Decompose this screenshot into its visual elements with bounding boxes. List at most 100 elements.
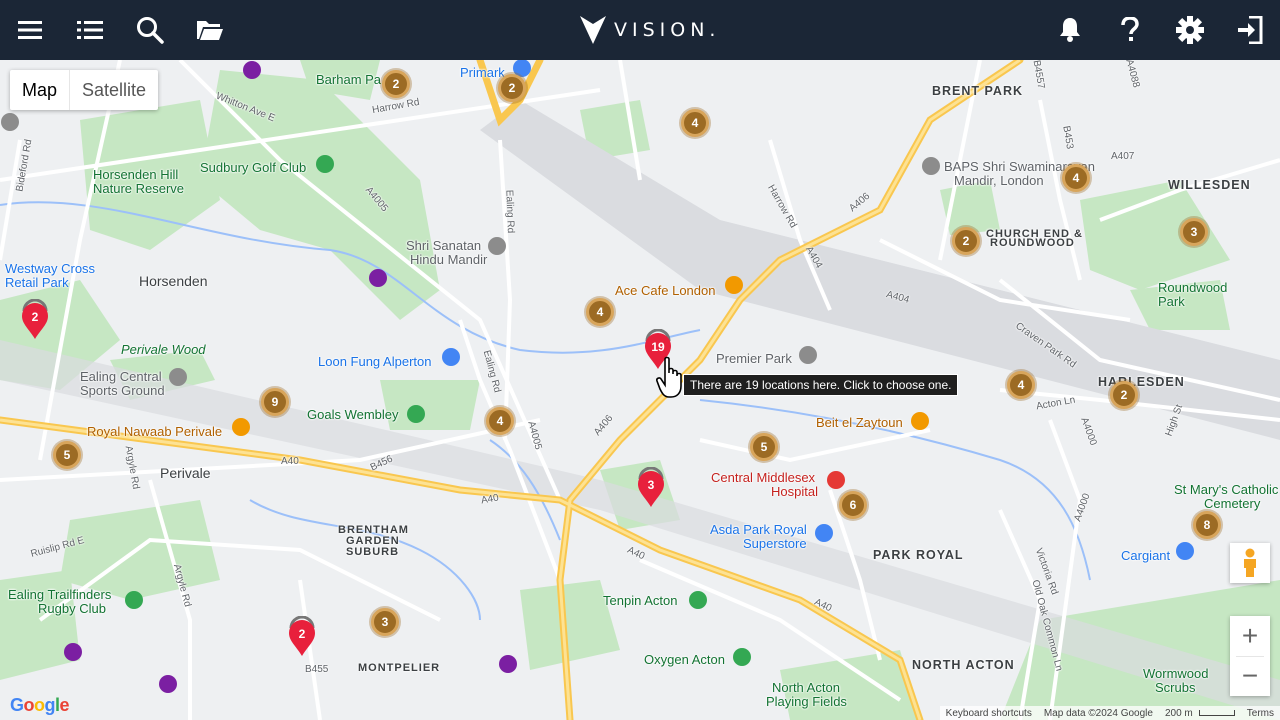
vision-logo: VISION. bbox=[580, 14, 720, 46]
label-tenpin: Tenpin Acton bbox=[603, 593, 678, 608]
cluster-marker[interactable]: 4 bbox=[486, 407, 514, 435]
map-type-control: Map Satellite bbox=[10, 70, 159, 110]
road-label-b455: B455 bbox=[305, 664, 329, 675]
label-horsenden-hill-1: Horsenden Hill bbox=[93, 167, 179, 182]
cluster-marker[interactable]: 3 bbox=[371, 608, 399, 636]
label-barham-park: Barham Pa bbox=[316, 72, 382, 87]
cluster-marker[interactable]: 4 bbox=[681, 109, 709, 137]
label-ealing-trailfinders-1: Ealing Trailfinders bbox=[8, 587, 112, 602]
label-montpelier: MONTPELIER bbox=[358, 662, 441, 674]
menu-icon[interactable] bbox=[10, 10, 50, 50]
cluster-marker[interactable]: 6 bbox=[839, 491, 867, 519]
label-north-acton-pf-1: North Acton bbox=[772, 680, 840, 695]
label-asda-2: Superstore bbox=[743, 536, 807, 551]
scale-label[interactable]: 200 m bbox=[1159, 708, 1199, 719]
label-roundwood-park-1: Roundwood bbox=[1158, 280, 1228, 295]
label-willesden: WILLESDEN bbox=[1168, 178, 1251, 192]
zoom-control: + − bbox=[1230, 616, 1270, 696]
pin-count: 2 bbox=[31, 310, 39, 324]
pin-count: 3 bbox=[647, 478, 655, 492]
label-perivale: Perivale bbox=[160, 465, 211, 481]
street-view-pegman-icon[interactable] bbox=[1230, 543, 1270, 583]
label-loon-fung: Loon Fung Alperton bbox=[318, 354, 432, 369]
marker-tooltip: There are 19 locations here. Click to ch… bbox=[683, 374, 959, 396]
cluster-marker[interactable]: 3 bbox=[1180, 218, 1208, 246]
folder-icon[interactable] bbox=[190, 10, 230, 50]
label-st-marys-1: St Mary's Catholic bbox=[1174, 482, 1279, 497]
keyboard-shortcuts-link[interactable]: Keyboard shortcuts bbox=[940, 708, 1038, 719]
label-ealing-trailfinders-2: Rugby Club bbox=[38, 601, 106, 616]
label-westway-1: Westway Cross bbox=[5, 261, 96, 276]
tab-map[interactable]: Map bbox=[10, 70, 69, 110]
label-beit-el-zaytoun: Beit el Zaytoun bbox=[816, 415, 903, 430]
search-icon[interactable] bbox=[130, 10, 170, 50]
label-cargiant: Cargiant bbox=[1121, 548, 1171, 563]
cluster-marker[interactable]: 5 bbox=[750, 433, 778, 461]
label-north-acton-pf-2: Playing Fields bbox=[766, 694, 847, 709]
location-pin[interactable]: 2 bbox=[287, 615, 317, 658]
map-data-text: Map data ©2024 Google bbox=[1043, 707, 1153, 719]
label-shri-sanatan-2: Hindu Mandir bbox=[410, 252, 488, 267]
google-logo: Google bbox=[10, 695, 70, 715]
cluster-marker[interactable]: 4 bbox=[1062, 164, 1090, 192]
zoom-out-button[interactable]: − bbox=[1230, 656, 1270, 696]
label-westway-2: Retail Park bbox=[5, 275, 69, 290]
bell-icon[interactable] bbox=[1050, 10, 1090, 50]
label-st-marys-2: Cemetery bbox=[1204, 496, 1261, 511]
brand-name: VISION. bbox=[614, 19, 721, 41]
label-horsenden: Horsenden bbox=[139, 273, 208, 289]
label-roundwood-area: ROUNDWOOD bbox=[990, 237, 1075, 249]
list-icon[interactable] bbox=[70, 10, 110, 50]
gear-icon[interactable] bbox=[1170, 10, 1210, 50]
label-ealing-central-2: Sports Ground bbox=[80, 383, 165, 398]
road-label-a40-1: A40 bbox=[281, 456, 299, 467]
cluster-marker[interactable]: 2 bbox=[1110, 381, 1138, 409]
map-attribution: Keyboard shortcuts Map data ©2024 Google… bbox=[939, 706, 1280, 720]
logout-icon[interactable] bbox=[1230, 10, 1270, 50]
pin-count: 2 bbox=[298, 627, 306, 641]
cluster-marker[interactable]: 4 bbox=[1007, 371, 1035, 399]
label-ace-cafe: Ace Cafe London bbox=[615, 283, 716, 298]
scale-bar bbox=[1198, 710, 1235, 716]
label-asda-1: Asda Park Royal bbox=[710, 522, 807, 537]
label-park-royal: PARK ROYAL bbox=[873, 548, 964, 562]
location-pin[interactable]: 3 bbox=[636, 466, 666, 509]
zoom-in-button[interactable]: + bbox=[1230, 616, 1270, 656]
label-primark: Primark bbox=[460, 65, 505, 80]
terms-link[interactable]: Terms bbox=[1241, 708, 1280, 719]
label-wormwood-2: Scrubs bbox=[1155, 680, 1196, 695]
map-canvas[interactable]: Barham Pa Primark BRENT PARK Sudbury Gol… bbox=[0, 60, 1280, 720]
label-horsenden-hill-2: Nature Reserve bbox=[93, 181, 185, 196]
label-sudbury-golf: Sudbury Golf Club bbox=[200, 160, 307, 175]
cluster-marker[interactable]: 9 bbox=[261, 388, 289, 416]
label-baps-2: Mandir, London bbox=[954, 173, 1044, 188]
road-label-ealing-rd-1: Ealing Rd bbox=[503, 189, 516, 234]
cluster-marker[interactable]: 2 bbox=[498, 74, 526, 102]
tab-satellite[interactable]: Satellite bbox=[69, 70, 158, 110]
cluster-marker[interactable]: 8 bbox=[1193, 511, 1221, 539]
label-premier-park: Premier Park bbox=[716, 351, 792, 366]
label-central-middlesex-2: Hospital bbox=[771, 484, 818, 499]
cluster-marker[interactable]: 4 bbox=[586, 298, 614, 326]
label-shri-sanatan-1: Shri Sanatan bbox=[406, 238, 482, 253]
vision-logo-mark bbox=[580, 16, 606, 44]
top-bar: VISION. bbox=[0, 0, 1280, 60]
cluster-marker[interactable]: 2 bbox=[382, 70, 410, 98]
zoom-divider bbox=[1236, 656, 1264, 657]
road-label-a407: A407 bbox=[1111, 151, 1135, 162]
pin-count: 19 bbox=[651, 340, 665, 354]
cluster-marker[interactable]: 2 bbox=[952, 227, 980, 255]
label-central-middlesex-1: Central Middlesex bbox=[711, 470, 816, 485]
label-brentham-3: SUBURB bbox=[346, 546, 400, 558]
label-ealing-central-1: Ealing Central bbox=[80, 369, 162, 384]
label-wormwood-1: Wormwood bbox=[1143, 666, 1209, 681]
label-roundwood-park-2: Park bbox=[1158, 294, 1185, 309]
label-perivale-wood: Perivale Wood bbox=[121, 342, 206, 357]
label-oxygen: Oxygen Acton bbox=[644, 652, 725, 667]
label-brent-park: BRENT PARK bbox=[932, 84, 1024, 98]
help-icon[interactable] bbox=[1110, 10, 1150, 50]
location-pin[interactable]: 2 bbox=[20, 298, 50, 341]
label-north-acton: NORTH ACTON bbox=[912, 658, 1015, 672]
label-royal-nawaab: Royal Nawaab Perivale bbox=[87, 424, 223, 439]
cluster-marker[interactable]: 5 bbox=[53, 441, 81, 469]
